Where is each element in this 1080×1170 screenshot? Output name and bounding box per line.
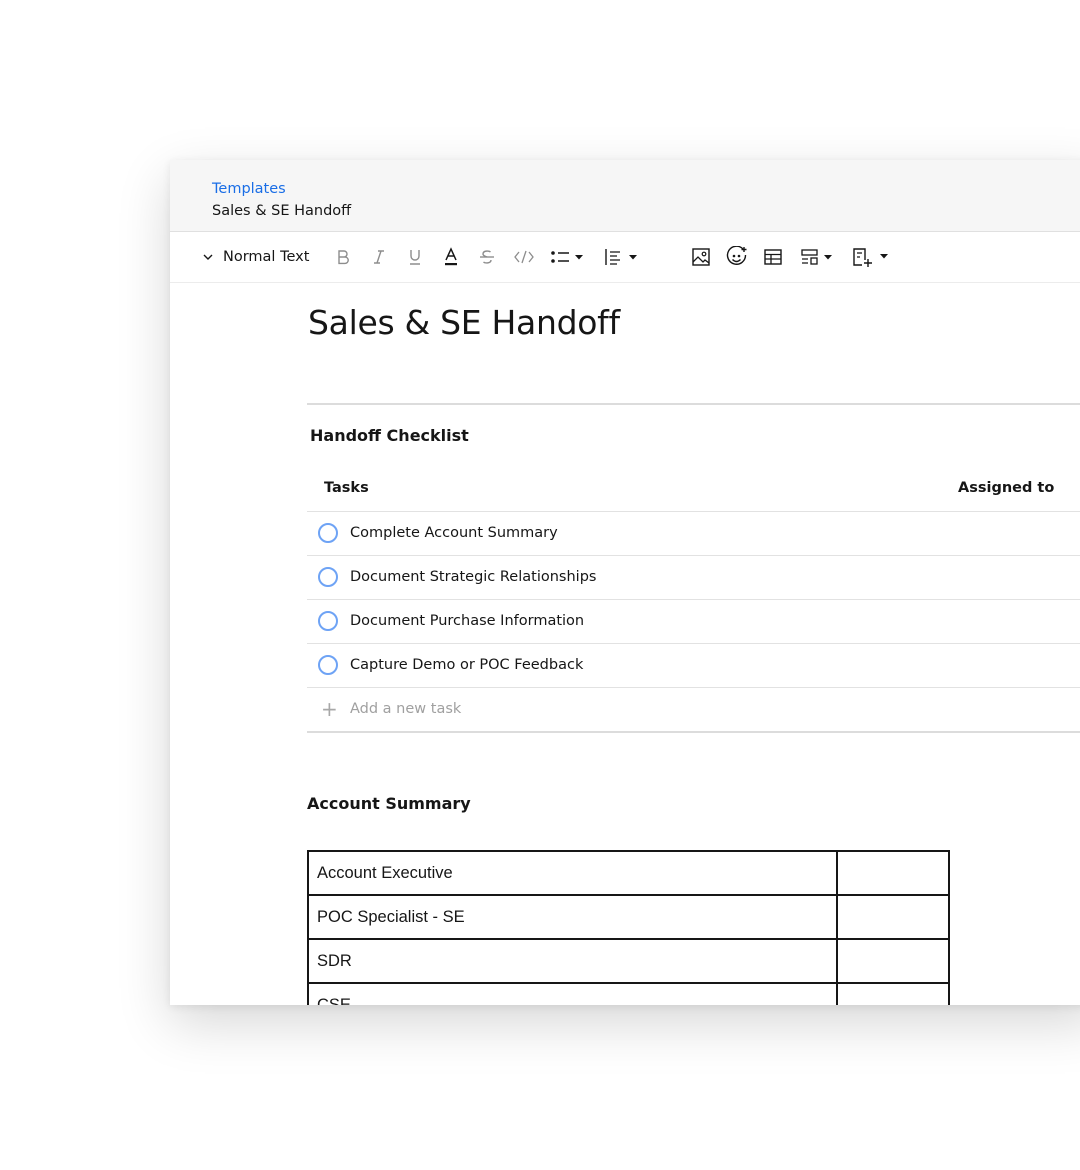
bullet-list-icon (550, 249, 586, 265)
task-row[interactable]: Document Purchase Information (307, 599, 1080, 643)
text-style-label: Normal Text (223, 249, 310, 265)
page-header: Templates Sales & SE Handoff (170, 160, 1080, 232)
document-title[interactable]: Sales & SE Handoff (308, 303, 620, 342)
task-row[interactable]: Document Strategic Relationships (307, 555, 1080, 599)
text-color-button[interactable] (440, 244, 462, 270)
account-executive-label[interactable]: Account Executive (307, 850, 838, 896)
code-button[interactable] (512, 244, 536, 270)
align-dropdown[interactable] (604, 244, 640, 270)
task-label: Capture Demo or POC Feedback (350, 657, 584, 673)
section-divider (307, 403, 1080, 405)
layout-icon (800, 247, 836, 267)
task-checkbox[interactable] (318, 567, 338, 587)
strikethrough-button[interactable] (476, 244, 498, 270)
underline-button[interactable] (404, 244, 426, 270)
poc-specialist-label[interactable]: POC Specialist - SE (307, 894, 838, 940)
tasks-column-header: Tasks (324, 480, 369, 496)
task-row[interactable]: Capture Demo or POC Feedback (307, 643, 1080, 687)
account-summary-title: Account Summary (307, 794, 471, 813)
assigned-column-header: Assigned to (958, 480, 1055, 496)
account-executive-value[interactable] (836, 850, 950, 896)
formatting-toolbar: Normal Text (170, 232, 1080, 283)
table-icon (763, 247, 783, 267)
poc-specialist-value[interactable] (836, 894, 950, 940)
task-checkbox[interactable] (318, 611, 338, 631)
layout-dropdown[interactable] (800, 244, 836, 270)
account-summary-table: Account Executive POC Specialist - SE SD… (307, 850, 950, 1005)
italic-icon (371, 248, 387, 266)
document-body: Sales & SE Handoff Handoff Checklist Tas… (170, 283, 1080, 1005)
add-task-row[interactable]: + Add a new task (307, 687, 1080, 731)
checklist-title: Handoff Checklist (310, 426, 469, 445)
template-dropdown[interactable] (852, 244, 892, 270)
task-label: Document Purchase Information (350, 613, 585, 629)
text-style-dropdown[interactable]: Normal Text (202, 244, 322, 270)
image-icon (691, 247, 711, 267)
task-checkbox[interactable] (318, 523, 338, 543)
chevron-down-icon (202, 251, 214, 263)
bullet-list-dropdown[interactable] (550, 244, 586, 270)
sdr-label[interactable]: SDR (307, 938, 838, 984)
bold-icon (335, 248, 351, 266)
table-row: POC Specialist - SE (307, 894, 950, 940)
text-color-icon (443, 247, 459, 267)
table-row: Account Executive (307, 850, 950, 896)
insert-image-button[interactable] (690, 244, 712, 270)
align-icon (604, 248, 640, 266)
task-row[interactable]: Complete Account Summary (307, 511, 1080, 555)
underline-icon (407, 248, 423, 266)
table-row: CSE (307, 982, 950, 1005)
task-label: Document Strategic Relationships (350, 569, 597, 585)
cse-value[interactable] (836, 982, 950, 1005)
cse-label[interactable]: CSE (307, 982, 838, 1005)
insert-table-button[interactable] (762, 244, 784, 270)
section-divider (307, 731, 1080, 733)
plus-icon[interactable]: + (321, 697, 338, 721)
bold-button[interactable] (332, 244, 354, 270)
table-row: SDR (307, 938, 950, 984)
editor-window: Templates Sales & SE Handoff Normal Text (170, 160, 1080, 1005)
sdr-value[interactable] (836, 938, 950, 984)
add-task-input[interactable]: Add a new task (350, 701, 461, 717)
emoji-icon (726, 246, 748, 268)
italic-button[interactable] (368, 244, 390, 270)
code-icon (513, 249, 535, 265)
strikethrough-icon (478, 248, 496, 266)
insert-emoji-button[interactable] (725, 244, 749, 270)
breadcrumb-templates-link[interactable]: Templates (212, 181, 286, 197)
template-icon (852, 246, 892, 268)
task-label: Complete Account Summary (350, 525, 558, 541)
task-checkbox[interactable] (318, 655, 338, 675)
breadcrumb-current-page: Sales & SE Handoff (212, 203, 352, 219)
